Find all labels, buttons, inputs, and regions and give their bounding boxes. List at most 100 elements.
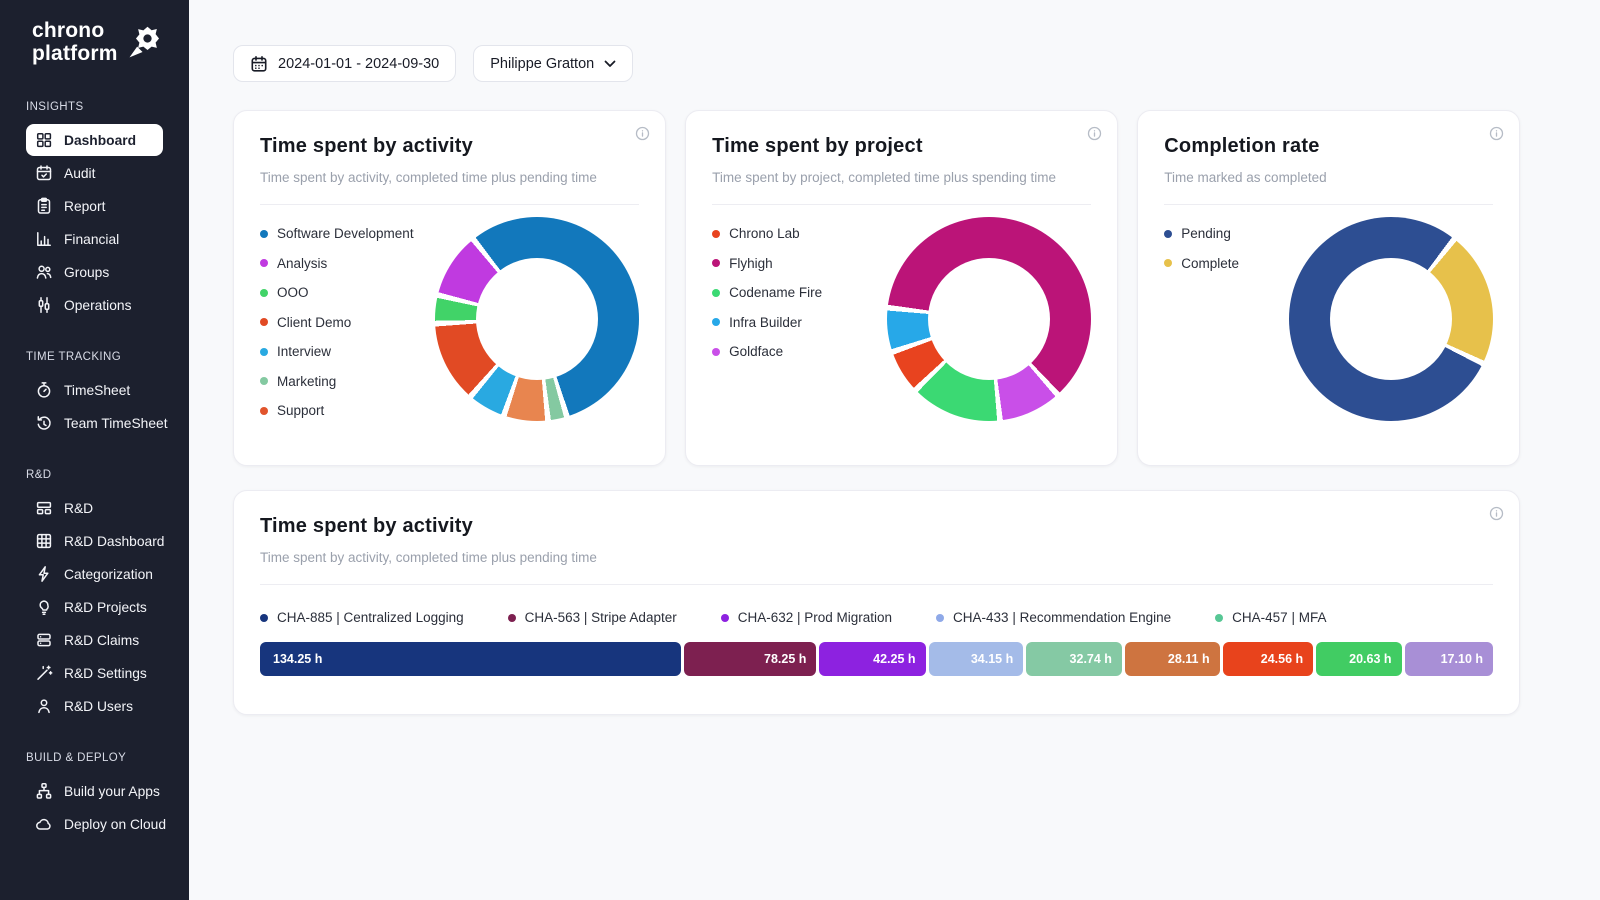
sidebar-item-categorization[interactable]: Categorization bbox=[26, 558, 163, 590]
info-icon[interactable] bbox=[1489, 126, 1504, 141]
sidebar-item-operations[interactable]: Operations bbox=[26, 289, 163, 321]
charts-row: Time spent by activity Time spent by act… bbox=[233, 110, 1520, 466]
date-range-value: 2024-01-01 - 2024-09-30 bbox=[278, 56, 439, 72]
legend-item[interactable]: Codename Fire bbox=[712, 285, 822, 300]
section-label-time-tracking: TIME TRACKING bbox=[0, 351, 189, 363]
bar-segment-value: 20.63 h bbox=[1349, 652, 1391, 666]
legend-item[interactable]: CHA-563 | Stripe Adapter bbox=[508, 610, 677, 625]
legend-dot bbox=[260, 259, 268, 267]
cloud-icon bbox=[35, 815, 53, 833]
card-time-by-activity: Time spent by activity Time spent by act… bbox=[233, 110, 666, 466]
sidebar-item-build-your-apps[interactable]: Build your Apps bbox=[26, 775, 163, 807]
sidebar-item-audit[interactable]: Audit bbox=[26, 157, 163, 189]
legend-dot bbox=[260, 318, 268, 326]
legend-item[interactable]: Analysis bbox=[260, 256, 414, 271]
legend-item[interactable]: Marketing bbox=[260, 374, 414, 389]
sidebar-item-label: R&D Users bbox=[64, 699, 133, 714]
bar-segment: 24.56 h bbox=[1223, 642, 1314, 676]
nav-time-tracking: TimeSheet Team TimeSheet bbox=[0, 363, 189, 439]
legend-dot bbox=[260, 348, 268, 356]
sidebar-item-label: Dashboard bbox=[64, 133, 136, 148]
bar-segment-value: 28.11 h bbox=[1168, 652, 1210, 666]
legend-item[interactable]: CHA-632 | Prod Migration bbox=[721, 610, 892, 625]
sidebar-item-rnd-settings[interactable]: R&D Settings bbox=[26, 657, 163, 689]
sidebar-item-label: R&D Claims bbox=[64, 633, 139, 648]
bar-segment-value: 32.74 h bbox=[1070, 652, 1112, 666]
legend-label: Support bbox=[277, 403, 324, 418]
card-header: Time spent by activity Time spent by act… bbox=[260, 515, 1493, 585]
bar-segment: 28.11 h bbox=[1125, 642, 1220, 676]
bar-segment: 134.25 h bbox=[260, 642, 681, 676]
sidebar-item-label: Deploy on Cloud bbox=[64, 817, 166, 832]
legend-dot bbox=[712, 318, 720, 326]
legend-item[interactable]: Goldface bbox=[712, 344, 822, 359]
card-subtitle: Time spent by activity, completed time p… bbox=[260, 170, 639, 185]
legend-dot bbox=[721, 614, 729, 622]
card-subtitle: Time marked as completed bbox=[1164, 170, 1493, 185]
card-header: Time spent by project Time spent by proj… bbox=[712, 135, 1091, 205]
legend-item[interactable]: Pending bbox=[1164, 226, 1239, 241]
sidebar-item-financial[interactable]: Financial bbox=[26, 223, 163, 255]
hierarchy-icon bbox=[35, 782, 53, 800]
info-icon[interactable] bbox=[1087, 126, 1102, 141]
nav-rnd: R&D R&D Dashboard Categorization R&D Pro… bbox=[0, 481, 189, 722]
dashboard-grid-icon bbox=[35, 131, 53, 149]
legend-label: CHA-632 | Prod Migration bbox=[738, 610, 892, 625]
legend-label: Software Development bbox=[277, 226, 414, 241]
magic-wand-icon bbox=[35, 664, 53, 682]
legend-item[interactable]: Complete bbox=[1164, 256, 1239, 271]
legend-item[interactable]: Interview bbox=[260, 344, 414, 359]
user-dropdown[interactable]: Philippe Gratton bbox=[473, 45, 633, 82]
sidebar-item-rnd-claims[interactable]: R&D Claims bbox=[26, 624, 163, 656]
legend-dot bbox=[1164, 230, 1172, 238]
legend-item[interactable]: CHA-885 | Centralized Logging bbox=[260, 610, 464, 625]
sidebar-item-report[interactable]: Report bbox=[26, 190, 163, 222]
legend-item[interactable]: CHA-457 | MFA bbox=[1215, 610, 1326, 625]
sidebar-item-rnd[interactable]: R&D bbox=[26, 492, 163, 524]
legend-item[interactable]: Software Development bbox=[260, 226, 414, 241]
bar-chart-legend: CHA-885 | Centralized Logging CHA-563 | … bbox=[260, 610, 1493, 625]
legend-label: CHA-563 | Stripe Adapter bbox=[525, 610, 677, 625]
card-header: Completion rate Time marked as completed bbox=[1164, 135, 1493, 205]
info-icon[interactable] bbox=[635, 126, 650, 141]
date-range-picker[interactable]: 2024-01-01 - 2024-09-30 bbox=[233, 45, 456, 82]
lightning-icon bbox=[35, 565, 53, 583]
section-label-rnd: R&D bbox=[0, 469, 189, 481]
legend-label: Analysis bbox=[277, 256, 327, 271]
clipboard-icon bbox=[35, 197, 53, 215]
bar-segment-value: 134.25 h bbox=[273, 652, 322, 666]
card-header: Time spent by activity Time spent by act… bbox=[260, 135, 639, 205]
sidebar-item-deploy-on-cloud[interactable]: Deploy on Cloud bbox=[26, 808, 163, 840]
card-body: Software Development Analysis OOO Client… bbox=[260, 213, 639, 425]
sidebar-item-label: Build your Apps bbox=[64, 784, 160, 799]
sidebar-item-rnd-dashboard[interactable]: R&D Dashboard bbox=[26, 525, 163, 557]
sidebar-item-rnd-users[interactable]: R&D Users bbox=[26, 690, 163, 722]
bar-chart-icon bbox=[35, 230, 53, 248]
legend-item[interactable]: Support bbox=[260, 403, 414, 418]
legend-label: CHA-885 | Centralized Logging bbox=[277, 610, 464, 625]
legend-label: Complete bbox=[1181, 256, 1239, 271]
sidebar-item-rnd-projects[interactable]: R&D Projects bbox=[26, 591, 163, 623]
info-icon[interactable] bbox=[1489, 506, 1504, 521]
sidebar-item-groups[interactable]: Groups bbox=[26, 256, 163, 288]
legend-item[interactable]: Flyhigh bbox=[712, 256, 822, 271]
legend-item[interactable]: Client Demo bbox=[260, 315, 414, 330]
legend-item[interactable]: Infra Builder bbox=[712, 315, 822, 330]
grid-table-icon bbox=[35, 532, 53, 550]
sidebar-item-team-timesheet[interactable]: Team TimeSheet bbox=[26, 407, 163, 439]
legend-dot bbox=[260, 614, 268, 622]
legend-item[interactable]: CHA-433 | Recommendation Engine bbox=[936, 610, 1171, 625]
bar-segment-value: 34.15 h bbox=[971, 652, 1013, 666]
card-title: Time spent by activity bbox=[260, 135, 639, 158]
topbar: 2024-01-01 - 2024-09-30 Philippe Gratton bbox=[233, 45, 1520, 82]
sidebar-item-label: TimeSheet bbox=[64, 383, 130, 398]
legend-item[interactable]: Chrono Lab bbox=[712, 226, 822, 241]
sidebar-item-dashboard[interactable]: Dashboard bbox=[26, 124, 163, 156]
sidebar-item-timesheet[interactable]: TimeSheet bbox=[26, 374, 163, 406]
legend-label: Pending bbox=[1181, 226, 1231, 241]
card-subtitle: Time spent by project, completed time pl… bbox=[712, 170, 1091, 185]
sidebar-item-label: Audit bbox=[64, 166, 95, 181]
people-icon bbox=[35, 263, 53, 281]
legend-dot bbox=[508, 614, 516, 622]
legend-item[interactable]: OOO bbox=[260, 285, 414, 300]
